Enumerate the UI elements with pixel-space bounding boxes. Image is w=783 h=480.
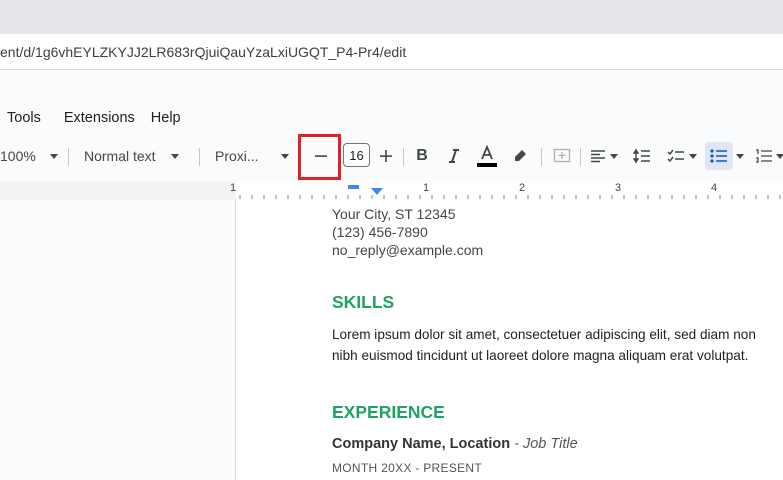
phone-line: (123) 456-7890 bbox=[332, 224, 428, 240]
toolbar-divider bbox=[580, 148, 581, 166]
bold-icon: B bbox=[416, 147, 428, 164]
left-indent-marker[interactable] bbox=[371, 188, 383, 196]
checklist-icon bbox=[667, 149, 684, 163]
increase-font-size-button[interactable] bbox=[372, 142, 400, 170]
line-spacing-icon bbox=[633, 149, 650, 163]
add-comment-icon bbox=[553, 148, 571, 163]
font-select[interactable]: Proxi... bbox=[215, 140, 289, 172]
font-value: Proxi... bbox=[215, 148, 259, 164]
numbered-list-icon bbox=[756, 149, 772, 163]
chevron-down-icon bbox=[776, 153, 783, 159]
italic-button[interactable] bbox=[440, 142, 468, 170]
bulleted-list-dropdown[interactable] bbox=[733, 142, 747, 170]
url-text[interactable]: ent/d/1g6vhEYLZKYJJ2LR683rQjuiQauYzaLxiU… bbox=[0, 44, 406, 60]
document-page[interactable]: Your City, ST 12345 (123) 456-7890 no_re… bbox=[235, 200, 783, 480]
zoom-value: 100% bbox=[0, 148, 36, 164]
line-spacing-button[interactable] bbox=[628, 142, 656, 170]
menu-help[interactable]: Help bbox=[151, 110, 181, 126]
plus-icon bbox=[380, 150, 392, 162]
chevron-down-icon bbox=[280, 153, 289, 159]
highlight-annotation-box bbox=[298, 134, 341, 180]
email-line: no_reply@example.com bbox=[332, 242, 484, 258]
skills-heading: SKILLS bbox=[332, 292, 395, 312]
text-color-button[interactable] bbox=[473, 142, 501, 170]
ruler-label: 4 bbox=[711, 182, 718, 194]
style-select[interactable]: Normal text bbox=[84, 140, 179, 172]
job-separator: - bbox=[510, 436, 523, 452]
numbered-list-dropdown[interactable] bbox=[775, 142, 783, 170]
experience-heading: EXPERIENCE bbox=[332, 402, 445, 422]
menu-tools[interactable]: Tools bbox=[7, 110, 41, 126]
menu-extensions[interactable]: Extensions bbox=[64, 110, 135, 126]
toolbar-divider bbox=[541, 148, 542, 166]
company-name: Company Name, bbox=[332, 436, 446, 452]
numbered-list-button[interactable] bbox=[752, 142, 776, 170]
ruler-label: 1 bbox=[423, 182, 430, 194]
job-title: Job Title bbox=[522, 436, 578, 452]
toolbar-divider bbox=[199, 148, 200, 166]
job-dates: MONTH 20XX - PRESENT bbox=[332, 461, 483, 475]
ruler-label: 2 bbox=[519, 182, 526, 194]
skills-line-2: nibh euismod tincidunt ut laoreet dolore… bbox=[332, 348, 749, 363]
toolbar-divider bbox=[403, 148, 404, 166]
font-size-input[interactable]: 16 bbox=[343, 143, 370, 167]
chevron-down-icon bbox=[170, 153, 179, 159]
toolbar: 100% Normal text Proxi... B bbox=[0, 140, 783, 172]
address-line: Your City, ST 12345 bbox=[332, 206, 456, 222]
ruler-ticks bbox=[0, 182, 783, 200]
italic-icon bbox=[449, 149, 459, 163]
ruler-label: 3 bbox=[615, 182, 622, 194]
bold-button[interactable]: B bbox=[408, 142, 436, 170]
job-location: Location bbox=[449, 436, 511, 452]
align-left-icon bbox=[591, 150, 605, 163]
chevron-down-icon bbox=[49, 153, 58, 159]
checklist-button[interactable] bbox=[662, 142, 702, 170]
highlight-color-button[interactable] bbox=[506, 142, 534, 170]
zoom-select[interactable]: 100% bbox=[0, 140, 58, 172]
first-line-indent-marker[interactable] bbox=[348, 185, 359, 189]
ruler-label: 1 bbox=[230, 182, 237, 194]
align-button[interactable] bbox=[586, 142, 622, 170]
highlighter-icon bbox=[515, 150, 526, 161]
text-color-icon bbox=[477, 144, 497, 167]
chevron-down-icon bbox=[610, 153, 618, 159]
chevron-down-icon bbox=[736, 153, 744, 159]
chevron-down-icon bbox=[689, 153, 697, 159]
horizontal-ruler[interactable]: 1 1 2 3 4 bbox=[0, 182, 783, 200]
bulleted-list-button[interactable] bbox=[705, 142, 733, 170]
docs-chrome: Tools Extensions Help bbox=[0, 70, 783, 200]
browser-tab-strip bbox=[0, 0, 783, 34]
insert-comment-button[interactable] bbox=[548, 142, 576, 170]
bulleted-list-icon bbox=[710, 149, 727, 163]
skills-line-1: Lorem ipsum dolor sit amet, consectetuer… bbox=[332, 327, 756, 342]
style-value: Normal text bbox=[84, 148, 156, 164]
address-bar[interactable]: ent/d/1g6vhEYLZKYJJ2LR683rQjuiQauYzaLxiU… bbox=[0, 34, 783, 70]
toolbar-divider bbox=[68, 148, 69, 166]
job-line: Company Name, Location - Job Title bbox=[332, 436, 578, 452]
menu-bar: Tools Extensions Help bbox=[0, 107, 197, 129]
